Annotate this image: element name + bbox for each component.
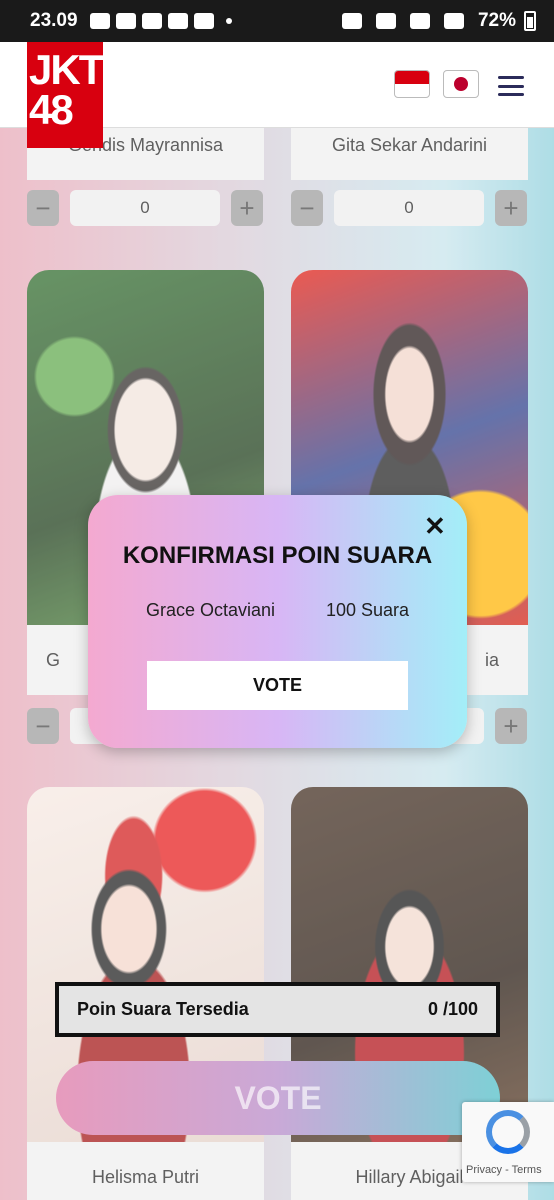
battery-icon [524,11,536,31]
site-header: JKT 48 [0,42,554,148]
recaptcha-icon [486,1110,530,1154]
youtube-icon [89,13,110,29]
status-time: 23.09 [30,10,78,31]
recycle-icon [341,13,362,29]
indonesia-flag-icon[interactable] [394,70,430,98]
close-icon[interactable]: ✕ [424,513,446,539]
wifi-icon [409,13,430,29]
vote-button[interactable]: VOTE [56,1061,500,1135]
selected-member-name: Grace Octaviani [146,600,276,620]
menu-icon[interactable] [498,76,524,96]
x-icon [167,13,188,29]
modal-title: KONFIRMASI POIN SUARA [122,542,433,569]
available-points-value: 0 /100 [427,999,478,1019]
recaptcha-badge[interactable]: Privacy - Terms [462,1102,554,1182]
instagram-icon [141,13,162,29]
confirm-vote-button[interactable]: VOTE [147,661,408,710]
recaptcha-links[interactable]: Privacy - Terms [466,1164,542,1176]
battery-percent: 72% [477,10,516,31]
notification-dot-icon [225,18,232,24]
vote-points-amount: 100 Suara [326,600,410,620]
available-points-label: Poin Suara Tersedia [77,999,249,1019]
available-points-bar: Poin Suara Tersedia 0 /100 [55,982,500,1037]
vote-confirmation-modal: ✕ KONFIRMASI POIN SUARA Grace Octaviani … [88,495,467,748]
youtube-icon [115,13,136,29]
folder-icon [193,13,214,29]
status-bar: 23.09 72% [0,0,554,42]
japan-flag-icon[interactable] [443,70,479,98]
alarm-icon [375,13,396,29]
signal-icon [443,13,464,29]
jkt48-logo[interactable]: JKT 48 [27,42,104,148]
